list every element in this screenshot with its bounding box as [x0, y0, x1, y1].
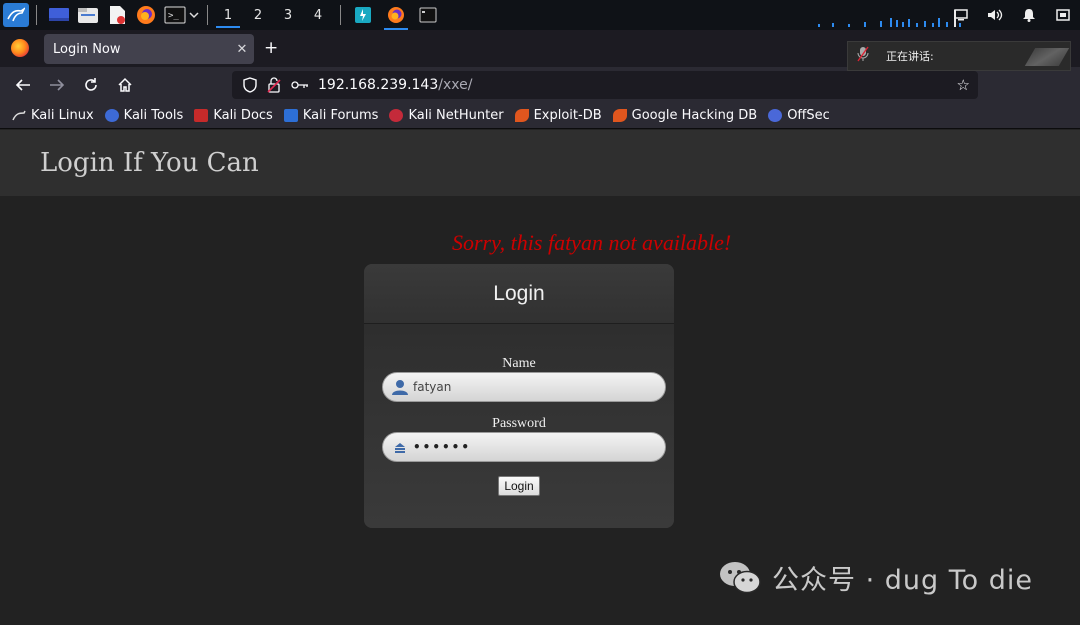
svg-text:>_: >_ [168, 11, 179, 21]
offsec-icon [768, 109, 783, 122]
password-lock-icon [389, 441, 411, 453]
bookmark-label: Kali Docs [213, 108, 273, 123]
app-icon[interactable] [351, 4, 375, 26]
speaker-avatar-icon [1024, 48, 1070, 66]
firefox-icon[interactable] [134, 4, 158, 26]
name-label: Name [502, 356, 536, 371]
user-icon [389, 379, 411, 395]
bookmark-label: Kali Forums [302, 108, 379, 123]
file-manager-icon[interactable] [76, 4, 100, 26]
taskbar-separator [36, 5, 37, 25]
forward-icon[interactable] [40, 70, 74, 100]
chevron-down-icon[interactable] [188, 4, 200, 26]
bookmark-offsec[interactable]: OffSec [768, 108, 830, 123]
speaking-notification: 正在讲话: [847, 41, 1071, 71]
cpu-graph-icon [818, 10, 961, 27]
insecure-lock-icon[interactable] [264, 77, 284, 93]
bookmark-exploit-db[interactable]: Exploit-DB [514, 108, 602, 123]
url-text: 192.168.239.143/xxe/ [318, 77, 472, 93]
login-button[interactable]: Login [498, 476, 540, 496]
firefox-view-icon[interactable] [11, 39, 29, 57]
bookmark-label: OffSec [787, 108, 830, 123]
name-input[interactable]: fatyan [382, 372, 666, 402]
wechat-watermark: 公众号 · dug To die [718, 558, 1033, 597]
text-editor-icon[interactable] [105, 4, 129, 26]
bookmark-kali-tools[interactable]: Kali Tools [104, 108, 184, 123]
close-icon[interactable]: ✕ [230, 42, 254, 57]
terminal-icon[interactable]: >_ [163, 4, 187, 26]
browser-tab-login-now[interactable]: Login Now ✕ [44, 34, 254, 64]
exploit-db-icon [514, 109, 529, 122]
watermark-text: 公众号 · dug To die [772, 565, 1033, 596]
browser-toolbar: 192.168.239.143/xxe/ ☆ [0, 67, 1080, 103]
password-input-value: •••••• [413, 440, 472, 454]
bookmark-kali-forums[interactable]: Kali Forums [283, 108, 379, 123]
kali-docs-icon [194, 109, 209, 122]
firefox-icon[interactable] [384, 4, 408, 30]
desktop-icon[interactable] [47, 4, 71, 26]
kali-forums-icon [283, 109, 298, 122]
login-card-title: Login [493, 281, 545, 305]
back-icon[interactable] [6, 70, 40, 100]
bell-icon[interactable] [1012, 0, 1046, 30]
bookmark-kali-linux[interactable]: Kali Linux [12, 108, 94, 123]
lock-icon[interactable] [1046, 0, 1080, 30]
shield-icon[interactable] [240, 77, 260, 93]
bookmark-google-hacking-db[interactable]: Google Hacking DB [612, 108, 758, 123]
os-taskbar: >_ 1 2 3 4 [0, 0, 1080, 30]
kali-icon [12, 109, 26, 122]
home-icon[interactable] [108, 70, 142, 100]
bookmark-kali-docs[interactable]: Kali Docs [194, 108, 273, 123]
workspace-3[interactable]: 3 [273, 2, 303, 28]
kali-menu-icon[interactable] [3, 3, 29, 27]
login-card-header: Login [364, 264, 674, 324]
volume-icon[interactable] [978, 0, 1012, 30]
bookmark-label: Kali Linux [31, 108, 94, 123]
error-message: Sorry, this fatyan not available! [452, 230, 732, 255]
password-input[interactable]: •••••• [382, 432, 666, 462]
web-page: Login If You Can Sorry, this fatyan not … [0, 130, 1080, 625]
new-tab-button[interactable]: + [264, 39, 278, 57]
password-label: Password [492, 416, 546, 431]
page-title: Login If You Can [40, 148, 259, 178]
page-header: Login If You Can [0, 130, 1080, 196]
reload-icon[interactable] [74, 70, 108, 100]
workspace-4[interactable]: 4 [303, 2, 333, 28]
taskbar-separator [207, 5, 208, 25]
tab-title: Login Now [53, 41, 121, 57]
bookmarks-bar: Kali Linux Kali Tools Kali Docs Kali For… [0, 103, 1080, 129]
mic-muted-icon [848, 46, 878, 66]
bookmark-kali-nethunter[interactable]: Kali NetHunter [389, 108, 504, 123]
url-path: /xxe/ [438, 77, 473, 93]
workspace-2[interactable]: 2 [243, 2, 273, 28]
workspace-1[interactable]: 1 [213, 2, 243, 28]
taskbar-separator [340, 5, 341, 25]
system-tray [944, 0, 1080, 30]
wechat-icon [720, 561, 761, 593]
name-input-value: fatyan [413, 380, 452, 394]
terminal-icon[interactable] [416, 4, 440, 26]
key-icon[interactable] [290, 80, 310, 90]
bookmark-label: Kali Tools [123, 108, 184, 123]
bookmark-label: Google Hacking DB [631, 108, 758, 123]
ghdb-icon [612, 109, 627, 122]
nethunter-icon [389, 109, 404, 122]
address-bar[interactable]: 192.168.239.143/xxe/ ☆ [232, 71, 978, 99]
url-host: 192.168.239.143 [318, 77, 439, 93]
display-icon[interactable] [944, 0, 978, 30]
login-form: Name fatyan Password •••••• Login [364, 324, 674, 528]
notification-text: 正在讲话: [886, 50, 934, 63]
bookmark-label: Exploit-DB [533, 108, 602, 123]
bookmark-label: Kali NetHunter [408, 108, 504, 123]
bookmark-star-icon[interactable]: ☆ [957, 76, 970, 94]
kali-tools-icon [104, 109, 119, 122]
login-card: Login Name fatyan Password •••••• Login [364, 264, 674, 528]
